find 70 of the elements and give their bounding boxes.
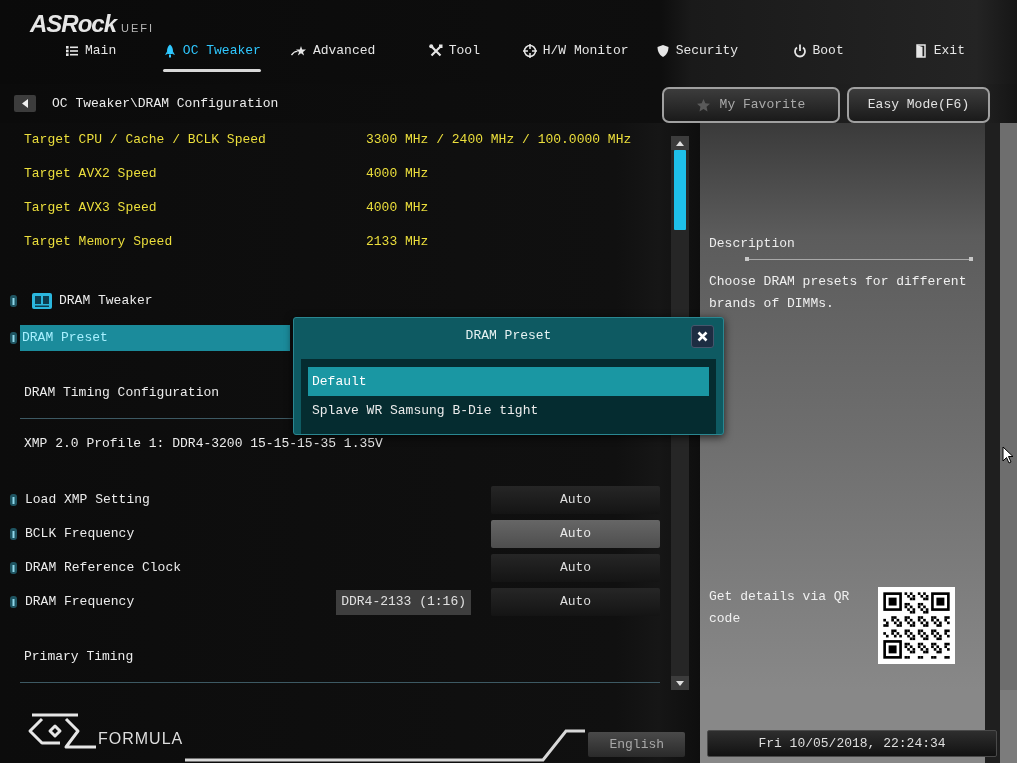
uefi-label: UEFI [121, 23, 155, 34]
tab[interactable]: Main [30, 39, 152, 73]
xmp-profile-text: XMP 2.0 Profile 1: DDR4-3200 15-15-15-35 1.35V [24, 436, 383, 452]
language-button[interactable]: English [588, 732, 686, 757]
info-value: 3300 MHz / 2400 MHz / 100.0000 MHz [366, 131, 632, 150]
tab[interactable]: Advanced [272, 39, 394, 73]
date-time-display: Fri 10/05/2018, 22:24:34 [707, 730, 997, 757]
setting-item[interactable]: Load XMP Setting [25, 490, 150, 510]
info-label: Target AVX3 Speed [24, 199, 158, 218]
preset-option[interactable]: Default [308, 367, 709, 396]
qr-code-icon [878, 587, 955, 664]
crosshair-icon [522, 44, 537, 58]
easy-mode-button[interactable]: Easy Mode(F6) [847, 87, 990, 123]
info-label: Target CPU / Cache / BCLK Speed [24, 131, 267, 150]
value-dropdown[interactable]: Auto [491, 588, 660, 616]
info-icon [10, 528, 17, 540]
info-label: Target AVX2 Speed [24, 165, 158, 184]
value-dropdown[interactable]: Auto [491, 554, 660, 582]
back-button[interactable] [14, 95, 36, 112]
up-triangle-icon [676, 140, 684, 146]
rocket-icon [162, 44, 177, 58]
info-icon [10, 494, 17, 506]
cursor-icon [1002, 446, 1014, 464]
info-icon [10, 596, 17, 608]
section-heading: Primary Timing [24, 648, 134, 667]
close-button[interactable] [691, 324, 714, 348]
down-triangle-icon [676, 680, 684, 686]
door-icon [913, 44, 928, 58]
scroll-down-button[interactable] [671, 676, 689, 690]
scroll-up-button[interactable] [671, 136, 689, 150]
tab[interactable]: H/W Monitor [515, 39, 637, 73]
formula-logo-text: FORMULA [98, 731, 184, 747]
list-icon [65, 44, 79, 58]
favorite-button[interactable]: My Favorite [662, 87, 840, 123]
info-icon [10, 562, 17, 574]
submenu-item[interactable]: DRAM Tweaker [59, 291, 153, 311]
info-icon [10, 295, 17, 307]
memory-module-icon [32, 293, 52, 309]
value-dropdown[interactable]: Auto [491, 486, 660, 514]
star-icon [696, 98, 710, 112]
tab[interactable]: Boot [757, 39, 879, 73]
dialog-title: DRAM Preset [465, 327, 552, 346]
left-triangle-icon [22, 99, 28, 108]
shooting-star-icon [290, 45, 307, 57]
shield-icon [655, 44, 670, 58]
setting-item[interactable]: BCLK Frequency [25, 524, 135, 544]
brand-logo: ASRock [30, 12, 117, 36]
info-value: 2133 MHz [366, 233, 429, 252]
tab[interactable]: Security [636, 39, 758, 73]
preset-option[interactable]: Splave WR Samsung B-Die tight [308, 396, 709, 425]
tools-icon [428, 44, 443, 58]
scrollbar-thumb[interactable] [674, 150, 686, 230]
close-icon [697, 330, 708, 342]
info-value: 4000 MHz [366, 199, 429, 218]
info-label: Target Memory Speed [24, 233, 174, 252]
setting-item[interactable]: DRAM Frequency [25, 592, 135, 612]
info-icon [10, 332, 17, 344]
value-dropdown[interactable]: Auto [491, 520, 660, 548]
power-icon [792, 44, 807, 58]
info-value: 4000 MHz [366, 165, 429, 184]
setting-item[interactable]: DRAM Reference Clock [25, 558, 182, 578]
description-text: Choose DRAM presets for different brands of DIMMs. [709, 273, 968, 313]
description-heading: Description [709, 236, 796, 252]
section-heading: DRAM Timing Configuration [24, 384, 220, 403]
tab[interactable]: Tool [393, 39, 515, 73]
tab[interactable]: OC Tweaker [151, 39, 273, 73]
qr-caption: Get details via QR code [709, 588, 851, 628]
tab[interactable]: Exit [878, 39, 1000, 73]
frequency-tag: DDR4-2133 (1:16) [336, 589, 471, 615]
breadcrumb-path: OC Tweaker\DRAM Configuration [52, 94, 279, 113]
